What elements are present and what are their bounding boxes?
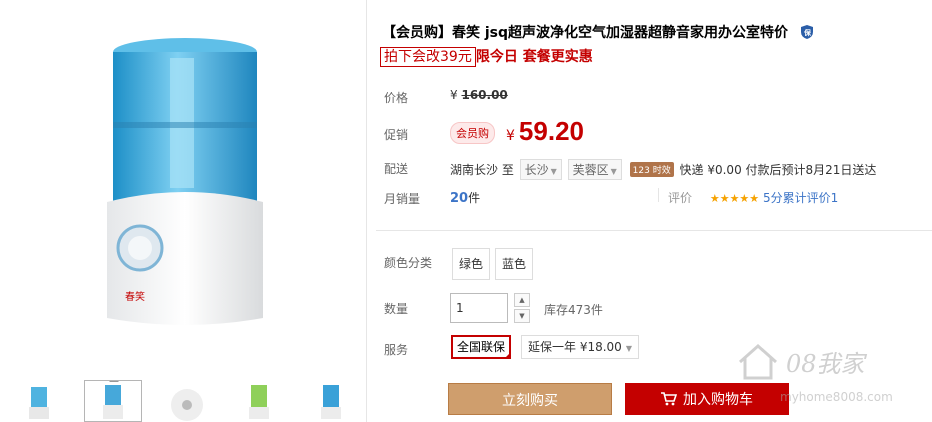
delivery-info: 湖南长沙 至 长沙 ▼ 芙蓉区 ▼ 123 时效 快递 ¥0.00 付款后预计8月2…: [450, 159, 876, 180]
price-label: 价格: [384, 91, 409, 105]
thumbnail-3[interactable]: [158, 380, 216, 422]
shield-icon: 保: [800, 25, 813, 39]
caret-up-icon: ▲: [519, 296, 525, 304]
thumbnail-1[interactable]: [10, 380, 68, 422]
monthly-sales-label: 月销量: [384, 192, 421, 206]
quantity-label: 数量: [384, 302, 409, 316]
cart-icon: [661, 392, 678, 406]
quantity-decrement[interactable]: ▼: [514, 309, 530, 323]
current-price-value: 59.20: [518, 116, 584, 146]
extended-warranty-dropdown[interactable]: 延保一年 ¥18.00 ▼: [521, 335, 639, 359]
color-label: 颜色分类: [384, 256, 433, 270]
review-label: 评价: [668, 191, 693, 205]
original-price-value: 160.00: [461, 88, 508, 102]
delivery-time-badge: 123 时效: [629, 162, 674, 177]
promo-price-label: 促销: [384, 128, 409, 142]
promo-text: 限今日 套餐更实惠: [475, 49, 593, 65]
caret-down-icon: ▼: [550, 167, 557, 176]
promo-highlight: 拍下会改39元: [380, 47, 476, 67]
service-option-text: 全国联保: [457, 340, 506, 354]
quantity-increment[interactable]: ▲: [514, 293, 530, 307]
watermark-site: myhome8008.com: [780, 390, 893, 404]
caret-down-icon: ▼: [519, 312, 525, 320]
delivery-origin: 湖南长沙 至: [450, 163, 514, 177]
svg-text:春笑: 春笑: [125, 290, 145, 303]
city-dropdown[interactable]: 长沙 ▼: [519, 159, 562, 180]
chevron-down-icon: ▼: [625, 344, 632, 353]
stock-count: 库存473件: [544, 303, 603, 317]
rating-stars: ★★★★★: [709, 192, 760, 205]
active-thumb-arrow-icon: [109, 381, 119, 382]
sales-count: 20: [450, 191, 469, 206]
color-option-blue[interactable]: 蓝色: [495, 248, 534, 280]
buy-now-button[interactable]: 立刻购买: [448, 383, 612, 415]
watermark-brand: 08我家: [786, 350, 865, 378]
delivery-label: 配送: [384, 162, 409, 176]
thumbnail-5[interactable]: [302, 380, 360, 422]
currency-symbol: ¥: [506, 128, 515, 144]
caret-down-icon: ▼: [610, 167, 617, 176]
city-value: 长沙: [524, 163, 549, 177]
thumbnail-strip: [0, 376, 366, 422]
member-badge: 会员购: [450, 122, 495, 144]
thumbnail-4[interactable]: [230, 380, 288, 422]
svg-text:保: 保: [803, 28, 812, 37]
district-dropdown[interactable]: 芙蓉区 ▼: [567, 159, 622, 180]
express-info: 快递 ¥0.00 付款后预计8月21日送达: [679, 163, 877, 177]
product-gallery: 春笑: [0, 0, 367, 422]
product-title-text: 【会员购】春笑 jsq超声波净化空气加湿器超静音家用办公室特价: [382, 25, 789, 41]
sales-unit: 件: [468, 191, 481, 205]
thumbnail-2[interactable]: [84, 380, 142, 422]
review-count-link[interactable]: 5分累计评价1: [763, 191, 838, 205]
monthly-sales: 20件: [450, 189, 480, 206]
promo-line: 拍下会改39元 限今日 套餐更实惠: [380, 46, 593, 67]
original-price: ¥ 160.00: [450, 88, 508, 102]
house-logo-icon: [739, 343, 777, 380]
quantity-input[interactable]: [450, 293, 508, 323]
selected-check-icon: [504, 352, 512, 359]
district-value: 芙蓉区: [572, 163, 609, 177]
color-option-green[interactable]: 绿色: [452, 248, 491, 280]
service-label: 服务: [384, 343, 409, 357]
watermark: 08我家 myhome8008.com: [736, 340, 926, 416]
product-main-image[interactable]: 春笑: [10, 10, 360, 366]
extended-warranty-text: 延保一年 ¥18.00: [528, 340, 622, 354]
currency-symbol: ¥: [450, 88, 458, 102]
rating-summary: 评价 ★★★★★ 5分累计评价1: [668, 189, 838, 206]
service-option-warranty[interactable]: 全国联保: [451, 335, 512, 359]
product-title: 【会员购】春笑 jsq超声波净化空气加湿器超静音家用办公室特价 保: [382, 22, 813, 42]
rating-separator: [658, 188, 659, 202]
current-price: ¥59.20: [506, 116, 584, 147]
section-divider: [376, 230, 932, 231]
